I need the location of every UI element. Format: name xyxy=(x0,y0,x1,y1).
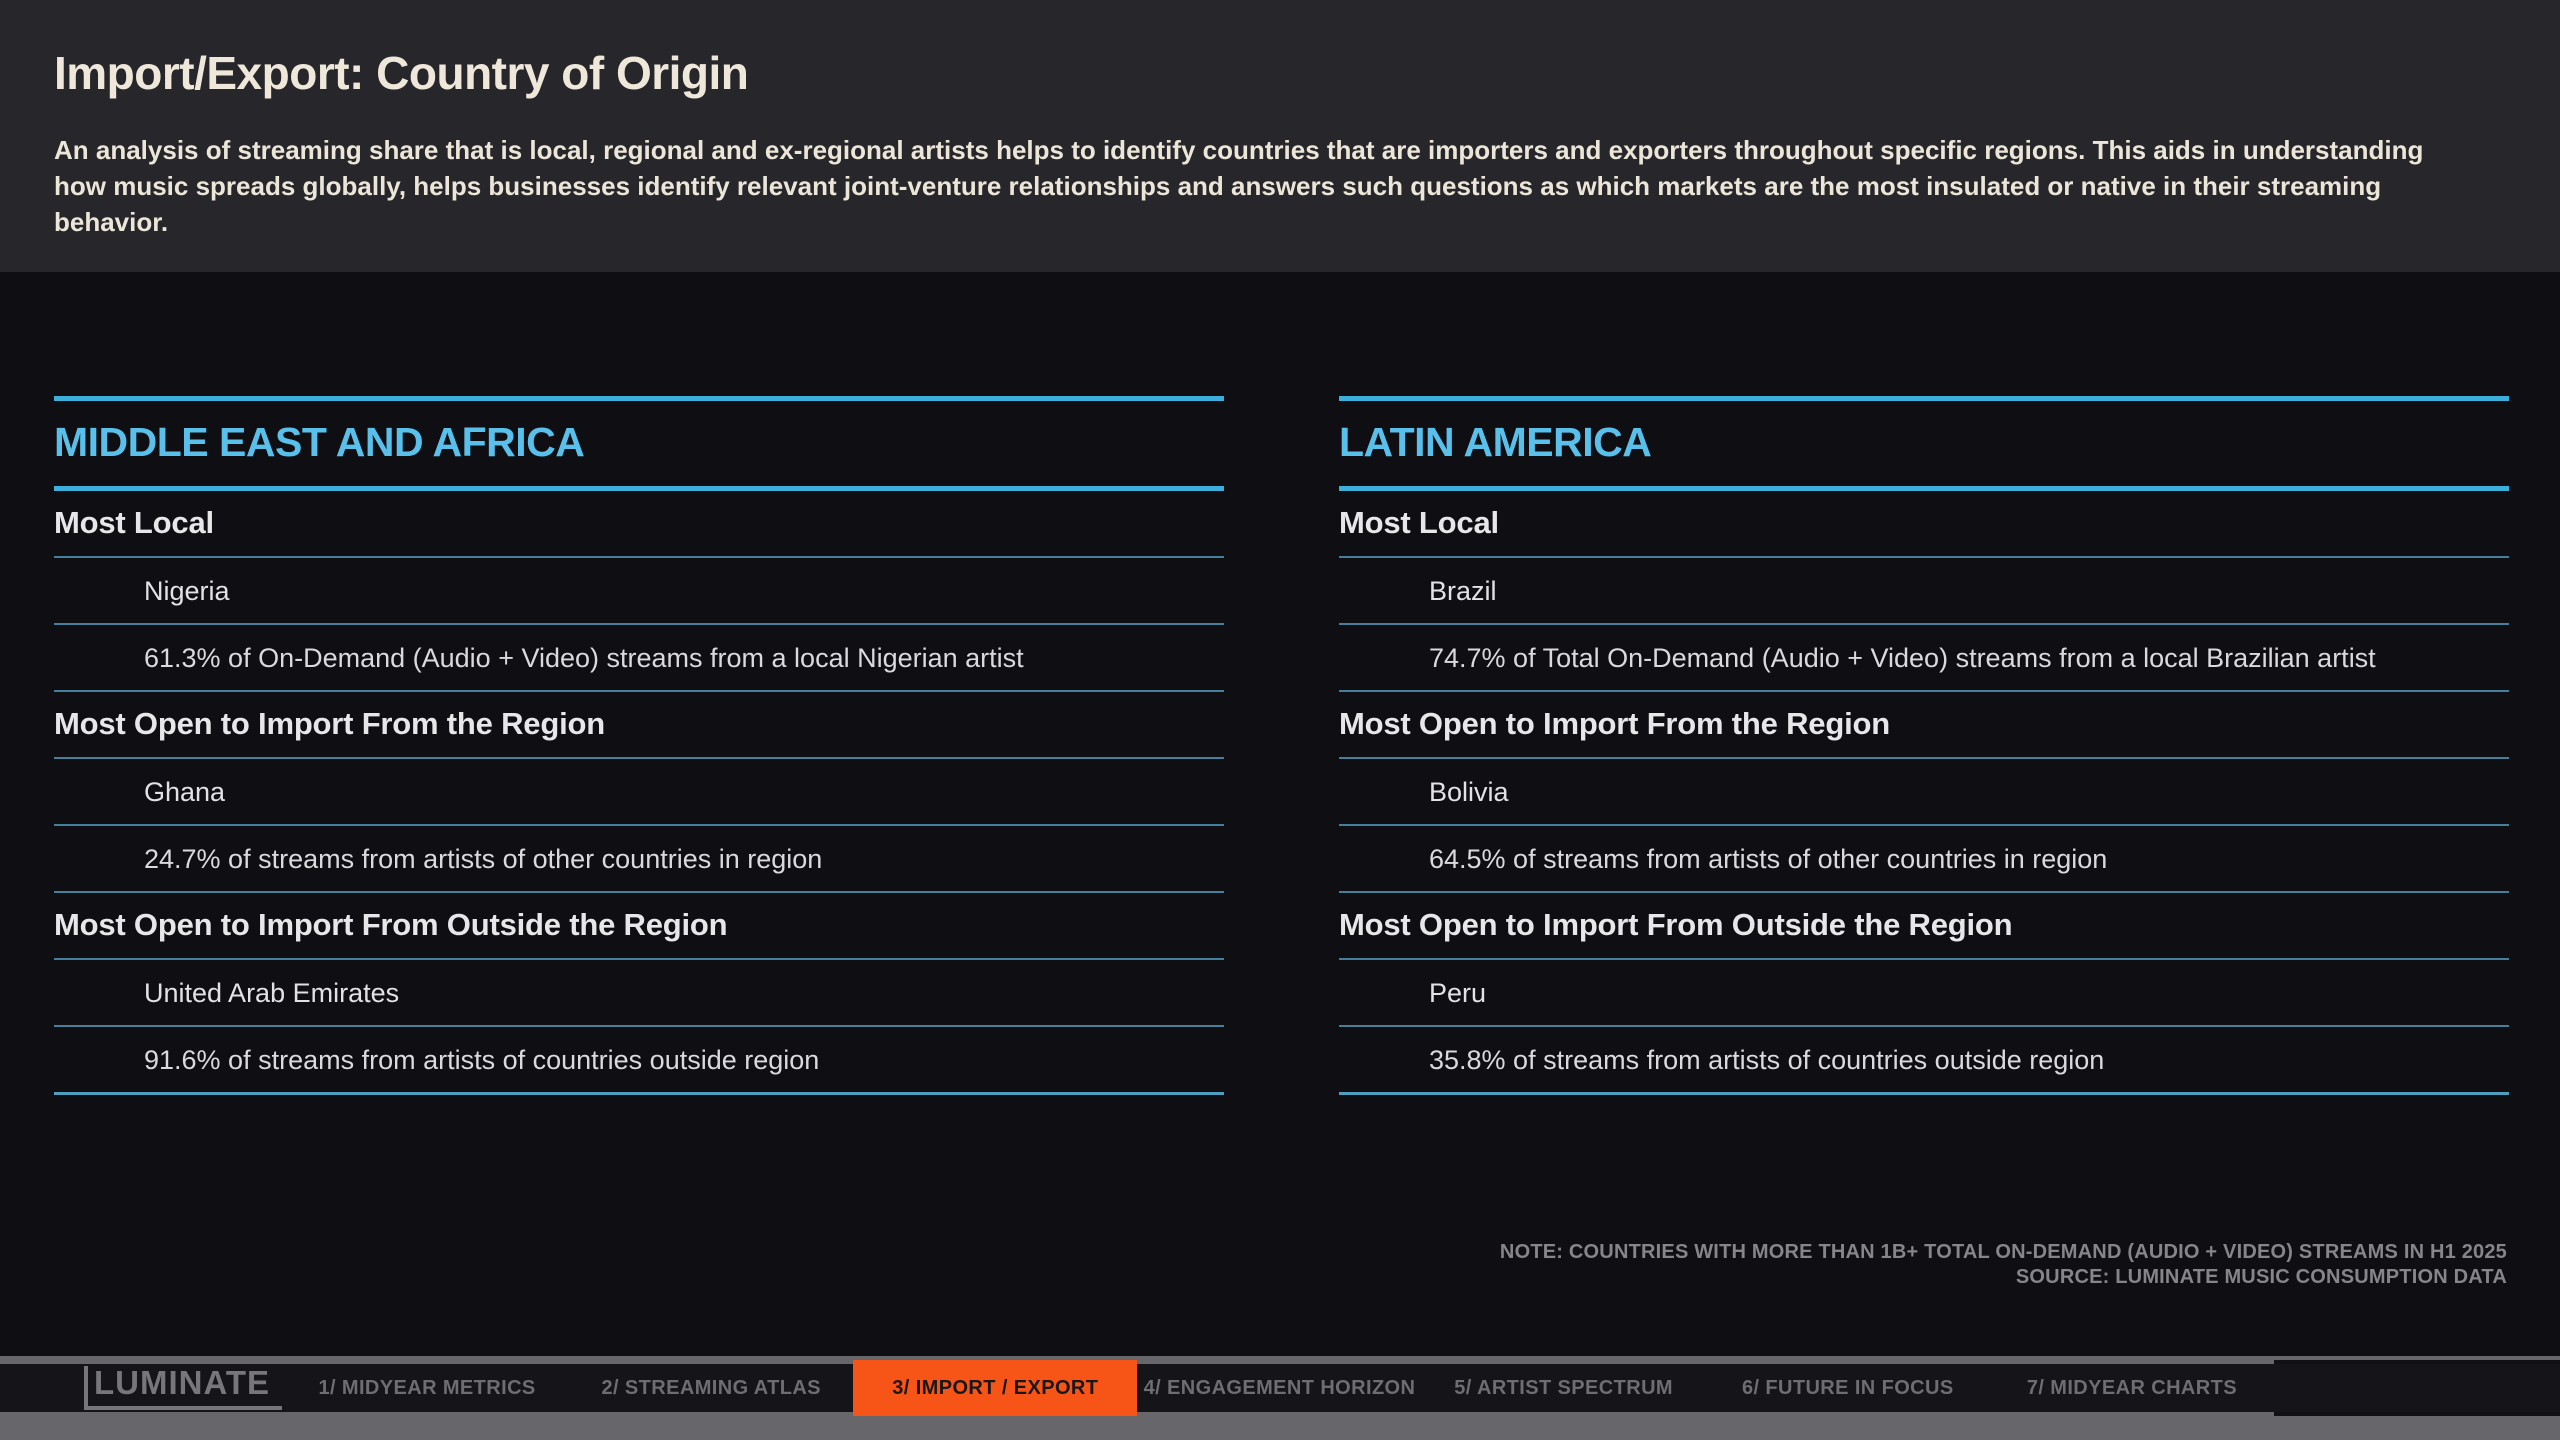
page-description: An analysis of streaming share that is l… xyxy=(54,132,2444,240)
stat-row: 64.5% of streams from artists of other c… xyxy=(1339,826,2509,893)
tab-engagement-horizon[interactable]: 4/ ENGAGEMENT HORIZON xyxy=(1137,1364,1421,1412)
section-heading: Most Open to Import From Outside the Reg… xyxy=(1339,893,2509,960)
region-table-middle-east-africa: MIDDLE EAST AND AFRICA Most Local Nigeri… xyxy=(54,396,1224,1095)
nav-right-spacer xyxy=(2274,1364,2560,1412)
country-row: Bolivia xyxy=(1339,759,2509,826)
section-heading: Most Local xyxy=(1339,491,2509,558)
bottom-navbar: LUMINATE 1/ MIDYEAR METRICS 2/ STREAMING… xyxy=(0,1364,2560,1412)
section-heading: Most Open to Import From the Region xyxy=(1339,692,2509,759)
country-row: United Arab Emirates xyxy=(54,960,1224,1027)
country-row: Brazil xyxy=(1339,558,2509,625)
region-title: LATIN AMERICA xyxy=(1339,396,2509,491)
stat-row: 74.7% of Total On-Demand (Audio + Video)… xyxy=(1339,625,2509,692)
source-line: SOURCE: LUMINATE MUSIC CONSUMPTION DATA xyxy=(1500,1265,2507,1290)
tab-artist-spectrum[interactable]: 5/ ARTIST SPECTRUM xyxy=(1422,1364,1706,1412)
luminate-logo: LUMINATE xyxy=(84,1366,282,1411)
section-heading: Most Open to Import From the Region xyxy=(54,692,1224,759)
section-heading: Most Open to Import From Outside the Reg… xyxy=(54,893,1224,960)
slide-import-export: Import/Export: Country of Origin An anal… xyxy=(0,0,2560,1440)
bottom-nav-band: LUMINATE 1/ MIDYEAR METRICS 2/ STREAMING… xyxy=(0,1356,2560,1440)
tab-midyear-charts[interactable]: 7/ MIDYEAR CHARTS xyxy=(1990,1364,2274,1412)
region-table-latin-america: LATIN AMERICA Most Local Brazil 74.7% of… xyxy=(1339,396,2509,1095)
note-line: NOTE: COUNTRIES WITH MORE THAN 1B+ TOTAL… xyxy=(1500,1240,2507,1265)
tab-midyear-metrics[interactable]: 1/ MIDYEAR METRICS xyxy=(285,1364,569,1412)
tab-streaming-atlas[interactable]: 2/ STREAMING ATLAS xyxy=(569,1364,853,1412)
header-band: Import/Export: Country of Origin An anal… xyxy=(0,0,2560,272)
page-title: Import/Export: Country of Origin xyxy=(54,48,748,99)
country-row: Nigeria xyxy=(54,558,1224,625)
region-title: MIDDLE EAST AND AFRICA xyxy=(54,396,1224,491)
section-heading: Most Local xyxy=(54,491,1224,558)
country-row: Ghana xyxy=(54,759,1224,826)
tab-import-export[interactable]: 3/ IMPORT / EXPORT xyxy=(853,1360,1137,1416)
logo-cell: LUMINATE xyxy=(0,1364,285,1412)
stat-row: 35.8% of streams from artists of countri… xyxy=(1339,1027,2509,1095)
stat-row: 91.6% of streams from artists of countri… xyxy=(54,1027,1224,1095)
stat-row: 24.7% of streams from artists of other c… xyxy=(54,826,1224,893)
footnotes: NOTE: COUNTRIES WITH MORE THAN 1B+ TOTAL… xyxy=(1500,1240,2507,1290)
tab-future-in-focus[interactable]: 6/ FUTURE IN FOCUS xyxy=(1706,1364,1990,1412)
stat-row: 61.3% of On-Demand (Audio + Video) strea… xyxy=(54,625,1224,692)
country-row: Peru xyxy=(1339,960,2509,1027)
